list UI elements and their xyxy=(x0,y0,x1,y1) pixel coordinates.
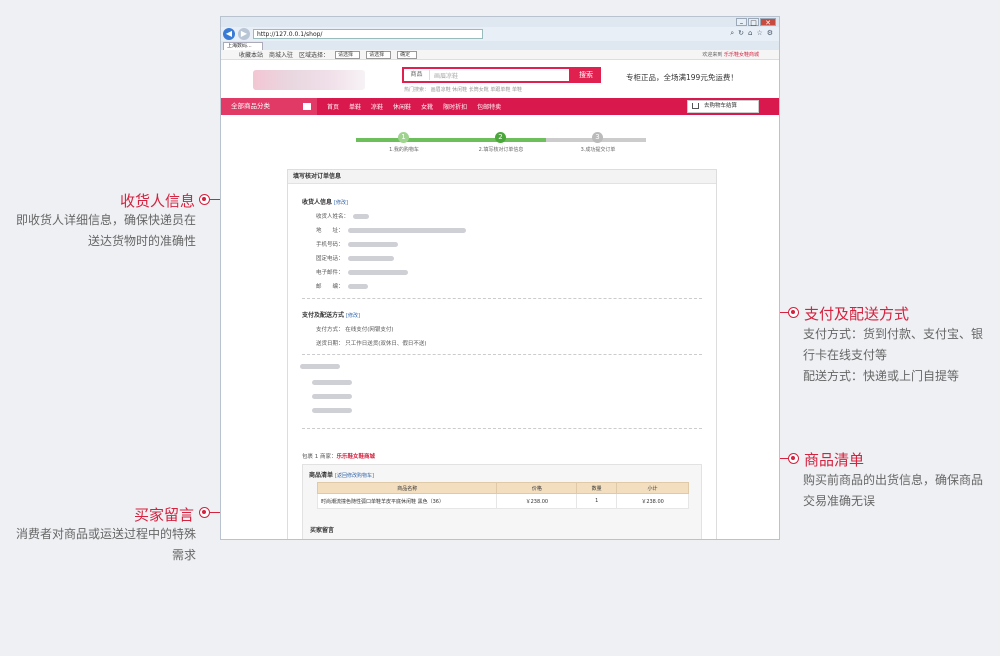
tab-row: 上海数码... xyxy=(221,41,779,50)
step-3-label: 3.成功提交订单 xyxy=(580,147,616,153)
fav-merchant[interactable]: 商城入驻 xyxy=(269,50,293,59)
minimize-icon[interactable]: – xyxy=(736,18,747,27)
browser-tab[interactable]: 上海数码... xyxy=(223,42,263,50)
nav-item-pumps[interactable]: 单鞋 xyxy=(349,102,361,111)
col-header-price: 价格 xyxy=(496,482,578,494)
star-icon[interactable]: ☆ xyxy=(756,29,762,38)
address-bar: ◀ ▶ http://127.0.0.1/shop/ ⌕ ↻ ⌂ ☆ ⚙ xyxy=(221,27,779,41)
goods-list: 商品清单 [返回修改购物车] 商品名称 价格 数量 小计 时尚潮流撞色随性弧口单鞋… xyxy=(302,464,702,539)
gear-icon[interactable]: ⚙ xyxy=(767,29,773,38)
goods-price: ￥238.00 xyxy=(496,493,578,509)
refresh-icon[interactable]: ↻ xyxy=(738,29,744,38)
goods-subtotal: ￥238.00 xyxy=(616,493,689,509)
favorites-bar: 收藏本站 商城入驻 区域选择： 请选择 请选择 确定 欢迎来到 乐乐鞋女鞋商城 xyxy=(221,50,779,60)
home-icon[interactable]: ⌂ xyxy=(748,29,752,38)
payment-section-title: 支付及配送方式 [修改] xyxy=(302,312,360,319)
step-2-circle: 2 xyxy=(495,132,506,143)
hot-searches[interactable]: 热门搜索： 画眉凉鞋 休闲鞋 长筒女靴 单跟单鞋 单鞋 xyxy=(404,86,522,93)
back-to-cart-link[interactable]: [返回修改购物车] xyxy=(335,473,374,479)
forward-icon[interactable]: ▶ xyxy=(238,28,250,40)
nav-item-sandals[interactable]: 凉鞋 xyxy=(371,102,383,111)
receiver-annotation-dot xyxy=(199,194,210,205)
payment-annotation-title: 支付及配送方式 xyxy=(804,305,910,323)
site-header: 商品 画眉凉鞋 搜索 热门搜索： 画眉凉鞋 休闲鞋 长筒女靴 单跟单鞋 单鞋 专… xyxy=(221,60,779,98)
city-select[interactable]: 请选择 xyxy=(366,50,392,59)
receiver-annotation-title: 收货人信息 xyxy=(120,192,196,210)
nav-item-casual[interactable]: 休闲鞋 xyxy=(393,102,411,111)
package-info: 包裹 1 商家：乐乐鞋女鞋商城 xyxy=(302,454,376,460)
email-label: 电子邮件： xyxy=(316,270,344,276)
fav-bookmark[interactable]: 收藏本站 xyxy=(239,50,263,59)
payment-annotation-dot xyxy=(788,307,799,318)
goods-annotation-title: 商品清单 xyxy=(804,451,865,469)
search-box[interactable]: 商品 画眉凉鞋 xyxy=(402,67,571,83)
search-icon[interactable]: ⌕ xyxy=(730,29,734,38)
cart-checkout-button[interactable]: 去购物车结算 xyxy=(687,100,759,113)
region-label: 区域选择： xyxy=(299,52,330,59)
goods-qty: 1 xyxy=(576,493,618,509)
mobile-label: 手机号码： xyxy=(316,242,344,248)
delivery-date-label: 送货日期： xyxy=(316,341,344,347)
order-form-title: 填写核对订单信息 xyxy=(288,170,716,184)
close-icon[interactable]: ✕ xyxy=(760,18,776,27)
main-nav: 全部商品分类 首页 单鞋 凉鞋 休闲鞋 女靴 限时折扣 包邮特卖 去购物车结算 xyxy=(221,98,779,115)
goods-section-title: 商品清单 [返回修改购物车] xyxy=(309,472,374,479)
url-field[interactable]: http://127.0.0.1/shop/ xyxy=(253,29,483,39)
receiver-name-label: 收货人姓名： xyxy=(316,214,350,220)
col-header-qty: 数量 xyxy=(576,482,618,494)
browser-window: – □ ✕ ◀ ▶ http://127.0.0.1/shop/ ⌕ ↻ ⌂ ☆ ⚙ 上… xyxy=(220,16,780,540)
col-header-name: 商品名称 xyxy=(316,482,498,494)
nav-item-free-shipping[interactable]: 包邮特卖 xyxy=(477,102,501,111)
step-1-circle: 1 xyxy=(398,132,409,143)
menu-icon xyxy=(303,103,311,110)
nav-item-boots[interactable]: 女靴 xyxy=(421,102,433,111)
goods-name[interactable]: 时尚潮流撞色随性弧口单鞋羊皮平底休闲鞋 黑色（36） xyxy=(316,493,498,509)
title-bar: – □ ✕ xyxy=(221,17,779,27)
order-form: 填写核对订单信息 收货人信息 [修改] 收货人姓名： 地 址： 手机号码： 固定电… xyxy=(287,169,717,539)
receiver-edit-link[interactable]: [修改] xyxy=(334,200,348,206)
nav-item-home[interactable]: 首页 xyxy=(327,102,339,111)
cart-icon xyxy=(692,103,699,109)
nav-item-discount[interactable]: 限时折扣 xyxy=(443,102,467,111)
goods-annotation-dot xyxy=(788,453,799,464)
search-category[interactable]: 商品 xyxy=(404,70,430,80)
table-row: 时尚潮流撞色随性弧口单鞋羊皮平底休闲鞋 黑色（36） ￥238.00 1 ￥23… xyxy=(316,493,689,509)
receiver-section-title: 收货人信息 [修改] xyxy=(302,199,348,206)
payment-edit-link[interactable]: [修改] xyxy=(346,313,360,319)
goods-annotation-desc: 购买前商品的出货信息，确保商品 交易准确无误 xyxy=(803,473,984,508)
message-annotation-desc: 消费者对商品或运送过程中的特殊 需求 xyxy=(15,527,196,562)
site-logo[interactable] xyxy=(253,70,365,90)
all-categories-button[interactable]: 全部商品分类 xyxy=(221,98,317,115)
step-2-label: 2.填写核对订单信息 xyxy=(478,147,524,153)
phone-label: 固定电话： xyxy=(316,256,344,262)
message-annotation-dot xyxy=(199,507,210,518)
delivery-date-value: 只工作日送货(双休日、假日不送) xyxy=(345,341,427,347)
zip-label: 邮 编： xyxy=(316,284,344,290)
message-annotation-title: 买家留言 xyxy=(134,506,195,524)
address-label: 地 址： xyxy=(316,228,344,234)
search-input[interactable]: 画眉凉鞋 xyxy=(430,71,458,80)
back-icon[interactable]: ◀ xyxy=(223,28,235,40)
goods-table: 商品名称 价格 数量 小计 时尚潮流撞色随性弧口单鞋羊皮平底休闲鞋 黑色（36）… xyxy=(316,482,689,509)
step-1-label: 1.我的购物车 xyxy=(389,147,419,153)
message-section-title: 买家留言 xyxy=(310,527,335,534)
slogan: 专柜正品，全场满199元免运费！ xyxy=(626,73,738,82)
col-header-subtotal: 小计 xyxy=(616,482,689,494)
receiver-annotation-desc: 即收货人详细信息，确保快递员在 送达货物时的准确性 xyxy=(15,213,196,248)
confirm-button[interactable]: 确定 xyxy=(397,50,418,59)
province-select[interactable]: 请选择 xyxy=(335,50,361,59)
welcome-text: 欢迎来到 乐乐鞋女鞋商城 xyxy=(702,52,759,58)
step-3-circle: 3 xyxy=(592,132,603,143)
checkout-steps: 1 2 3 1.我的购物车 2.填写核对订单信息 3.成功提交订单 xyxy=(356,130,646,160)
payment-method-label: 支付方式： xyxy=(316,327,344,333)
payment-annotation-desc: 支付方式：货到付款、支付宝、银 行卡在线支付等 配送方式：快递或上门自提等 xyxy=(803,327,984,383)
maximize-icon[interactable]: □ xyxy=(748,18,759,27)
payment-method-value: 在线支付(网银支付) xyxy=(345,327,394,333)
search-button[interactable]: 搜索 xyxy=(571,67,601,83)
